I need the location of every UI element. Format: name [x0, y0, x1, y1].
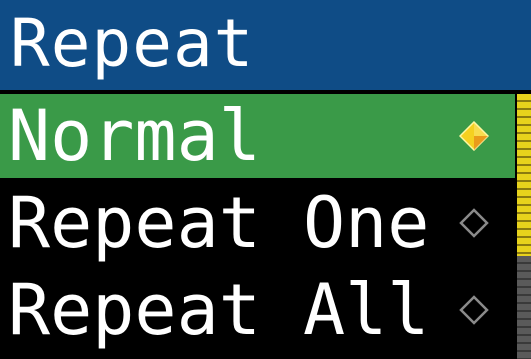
filled-diamond-icon: [459, 121, 489, 151]
menu-item-label: Repeat All: [8, 269, 430, 351]
menu-item-label: Repeat One: [8, 182, 430, 264]
scroll-track[interactable]: [517, 256, 531, 359]
outline-diamond-icon: [459, 208, 489, 238]
repeat-menu-screen: Repeat Normal Repeat One Repeat All: [0, 0, 531, 359]
scroll-thumb[interactable]: [517, 94, 531, 256]
scrollbar[interactable]: [517, 94, 531, 359]
repeat-options-list: Normal Repeat One Repeat All: [0, 94, 515, 359]
menu-item-normal[interactable]: Normal: [0, 94, 515, 178]
menu-item-label: Normal: [8, 95, 261, 177]
outline-diamond-icon: [459, 295, 489, 325]
title-bar: Repeat: [0, 0, 531, 90]
menu-item-repeat-one[interactable]: Repeat One: [0, 181, 515, 265]
page-title: Repeat: [10, 5, 255, 82]
menu-item-repeat-all[interactable]: Repeat All: [0, 268, 515, 352]
